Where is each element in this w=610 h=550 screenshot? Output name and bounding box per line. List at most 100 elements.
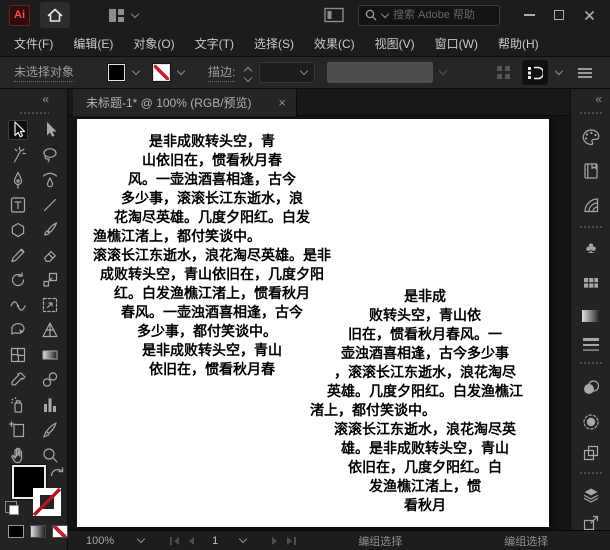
tab-close-icon[interactable]: × (278, 95, 286, 110)
stroke-swatch-none[interactable] (32, 487, 62, 517)
tool-free-transform[interactable] (40, 295, 60, 315)
menu-file[interactable]: 文件(F) (4, 35, 63, 52)
selection-status[interactable]: 未选择对象 (14, 63, 75, 82)
tool-magic-wand[interactable] (8, 145, 28, 165)
workspace-switcher[interactable] (108, 8, 140, 23)
tool-scale[interactable] (40, 270, 60, 290)
document-setup-icon[interactable] (497, 66, 510, 79)
previous-artboard-button[interactable] (189, 536, 195, 545)
search-input[interactable] (393, 9, 493, 21)
tool-zoom[interactable] (40, 445, 60, 465)
properties-panel-button[interactable] (522, 60, 548, 85)
artboard[interactable]: 是非成败转头空，青 山依旧在，惯看秋月春 风。一壶浊酒喜相逢，古今 多少事，滚滚长江东… (77, 119, 549, 527)
minimize-button[interactable] (516, 3, 542, 27)
expand-panels-icon[interactable]: « (595, 92, 602, 106)
artboard-number[interactable]: 1 (212, 535, 218, 547)
tool-gradient[interactable] (40, 345, 60, 365)
panel-transparency[interactable] (571, 377, 610, 399)
panel-swatch-libraries[interactable] (571, 273, 610, 293)
gradient-button[interactable] (30, 525, 46, 538)
stroke-weight-dropdown[interactable] (259, 62, 316, 83)
menu-help[interactable]: 帮助(H) (488, 35, 549, 52)
polygon-tool-icon (11, 222, 25, 238)
panel-pathfinder[interactable] (571, 443, 610, 463)
collapse-toolbar-icon[interactable]: « (42, 92, 49, 106)
tool-artboard[interactable] (8, 420, 28, 440)
tool-pencil[interactable] (8, 245, 28, 265)
menu-effect[interactable]: 效果(C) (304, 35, 365, 52)
tool-mesh[interactable] (8, 345, 28, 365)
stroke-dropdown-chevron-icon[interactable] (176, 66, 186, 76)
tool-lasso[interactable] (40, 145, 60, 165)
artboard-dropdown-chevron-icon[interactable] (239, 534, 248, 544)
default-fill-stroke-icon[interactable] (5, 501, 19, 515)
tool-width[interactable] (8, 295, 28, 315)
menu-object[interactable]: 对象(O) (123, 35, 184, 52)
panel-symbols[interactable]: ♣ (571, 241, 610, 257)
brushes-panel-icon (583, 414, 599, 430)
tool-symbol-sprayer[interactable] (8, 395, 28, 415)
dock-grip[interactable] (579, 225, 603, 229)
tool-shaper[interactable] (8, 320, 28, 340)
tool-eyedropper[interactable] (8, 370, 28, 390)
panel-stroke[interactable] (571, 337, 610, 353)
menu-type[interactable]: 文字(T) (185, 35, 244, 52)
tool-polygon[interactable] (8, 220, 28, 240)
zoom-level[interactable]: 100% (86, 535, 114, 547)
stroke-weight-stepper[interactable] (244, 65, 253, 82)
tool-selection[interactable] (8, 120, 28, 140)
tool-slice[interactable] (40, 420, 60, 440)
document-tab[interactable]: 未标题-1* @ 100% (RGB/预览) × (73, 89, 297, 116)
text-block-1[interactable]: 是非成败转头空，青 山依旧在，惯看秋月春 风。一壶浊酒喜相逢，古今 多少事，滚滚长江东… (77, 133, 347, 380)
menu-select[interactable]: 选择(S) (244, 35, 304, 52)
canvas-pasteboard[interactable]: 是非成败转头空，青 山依旧在，惯看秋月春 风。一壶浊酒喜相逢，古今 多少事，滚滚长江东… (68, 116, 570, 530)
dock-grip[interactable] (579, 471, 603, 475)
tool-direct-selection[interactable] (40, 120, 60, 140)
maximize-button[interactable] (546, 3, 572, 27)
menu-view[interactable]: 视图(V) (365, 35, 425, 52)
next-artboard-button[interactable] (272, 536, 278, 545)
tool-type[interactable] (8, 195, 28, 215)
zoom-dropdown-chevron-icon[interactable] (136, 534, 146, 544)
panel-color-guide[interactable] (571, 195, 610, 215)
tool-perspective-grid[interactable] (40, 320, 60, 340)
dock-grip[interactable] (579, 111, 603, 115)
color-button[interactable] (8, 525, 24, 538)
tool-line-segment[interactable] (40, 195, 60, 215)
help-search-box[interactable] (358, 4, 500, 26)
home-button[interactable] (40, 2, 70, 28)
chevron-down-icon[interactable] (554, 66, 564, 76)
fill-color-swatch[interactable] (108, 64, 126, 81)
stepper-down-icon[interactable] (244, 73, 253, 82)
panel-color[interactable] (571, 127, 610, 149)
panel-layers[interactable] (571, 485, 610, 505)
close-button[interactable] (576, 3, 602, 27)
tool-curvature[interactable] (40, 170, 60, 190)
tool-hand[interactable] (8, 445, 28, 465)
panel-gradient[interactable] (571, 307, 610, 325)
menu-window[interactable]: 窗口(W) (425, 35, 488, 52)
arrange-documents-button[interactable] (324, 7, 344, 23)
last-artboard-button[interactable] (287, 536, 297, 545)
panel-swatches[interactable] (571, 161, 610, 181)
width-profile-dropdown[interactable] (327, 62, 434, 83)
tool-eraser[interactable] (40, 245, 60, 265)
stroke-color-swatch[interactable] (153, 64, 171, 81)
tool-paintbrush[interactable] (40, 220, 60, 240)
none-button[interactable] (52, 525, 68, 538)
text-block-2[interactable]: 是非成 败转头空，青山依 旧在，惯看秋月春风。一 壶浊酒喜相逢，古今多少事 ，滚滚长江东… (310, 288, 535, 516)
dock-grip[interactable] (579, 361, 603, 365)
fill-dropdown-chevron-icon[interactable] (131, 66, 141, 76)
panel-brushes[interactable] (571, 411, 610, 433)
panel-menu-icon[interactable] (578, 67, 592, 78)
tool-pen[interactable] (8, 170, 28, 190)
swap-fill-stroke-icon[interactable] (49, 465, 65, 478)
toolbar-grip[interactable] (19, 111, 49, 115)
stroke-weight-label[interactable]: 描边: (208, 63, 236, 82)
tool-column-graph[interactable] (40, 395, 60, 415)
menu-edit[interactable]: 编辑(E) (63, 35, 123, 52)
tool-rotate[interactable] (8, 270, 28, 290)
tool-blend[interactable] (40, 370, 60, 390)
app-logo[interactable]: Ai (9, 4, 30, 26)
first-artboard-button[interactable] (170, 536, 180, 545)
